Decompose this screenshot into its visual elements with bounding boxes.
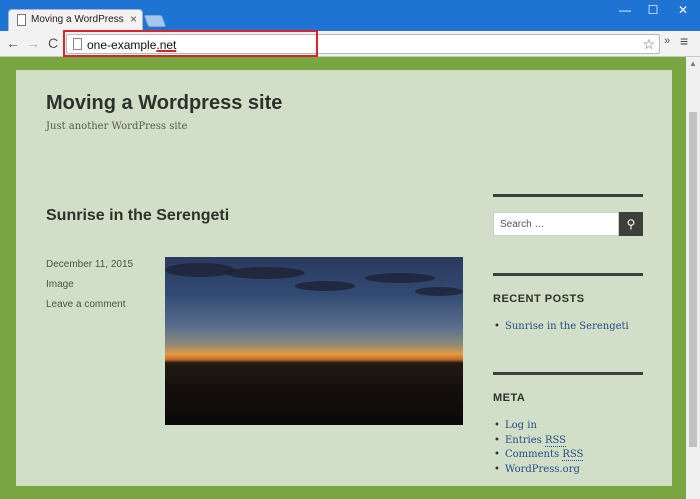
rss-abbr: RSS	[562, 449, 584, 461]
page-icon	[17, 14, 26, 26]
page-icon	[73, 38, 82, 50]
tab-title: Moving a WordPress site -	[31, 14, 127, 25]
maximize-button[interactable]: ☐	[640, 3, 666, 17]
comments-rss-link[interactable]: Comments RSS	[505, 449, 584, 461]
minimize-button[interactable]: —	[612, 3, 638, 17]
reload-button[interactable]: C	[45, 34, 61, 52]
close-window-button[interactable]: ✕	[670, 3, 696, 17]
forward-button[interactable]: →	[25, 34, 41, 52]
back-button[interactable]: ←	[5, 34, 21, 52]
browser-tab[interactable]: Moving a WordPress site - ×	[8, 9, 143, 31]
bullet-icon: •	[494, 463, 500, 475]
comments-label: Comments	[505, 449, 563, 460]
page-viewport: Moving a Wordpress site Just another Wor…	[0, 57, 686, 499]
list-item: • Comments RSS	[493, 448, 584, 463]
page-scrollbar[interactable]: ▲	[686, 57, 700, 499]
login-link[interactable]: Log in	[505, 420, 537, 431]
entries-rss-link[interactable]: Entries RSS	[505, 434, 567, 447]
entries-label: Entries	[505, 434, 545, 446]
browser-toolbar: ← → C one-example.net ☆	[0, 31, 700, 57]
title-bar: Moving a WordPress site - × — ☐ ✕	[0, 0, 700, 31]
sunrise-photo	[165, 257, 463, 425]
post-format[interactable]: Image	[46, 279, 74, 290]
url-text[interactable]: one-example.net	[87, 38, 176, 52]
extensions-overflow-button[interactable]: »	[664, 35, 670, 47]
search-input[interactable]	[493, 212, 619, 236]
recent-post-link[interactable]: Sunrise in the Serengeti	[505, 321, 629, 332]
site-title[interactable]: Moving a Wordpress site	[46, 92, 282, 115]
new-tab-button[interactable]	[143, 15, 167, 27]
address-bar[interactable]: one-example.net ☆	[66, 34, 660, 54]
widget-divider	[493, 372, 643, 375]
bullet-icon: •	[494, 449, 500, 460]
scroll-thumb[interactable]	[689, 112, 697, 447]
recent-posts-list: • Sunrise in the Serengeti	[493, 320, 629, 335]
recent-posts-heading: RECENT POSTS	[493, 293, 585, 305]
meta-list: • Log in • Entries RSS • Comments RSS • Word…	[493, 419, 584, 478]
site-content: Moving a Wordpress site Just another Wor…	[16, 70, 672, 486]
browser-menu-icon[interactable]: ≡	[680, 33, 688, 49]
leave-comment-link[interactable]: Leave a comment	[46, 299, 126, 310]
list-item: • Sunrise in the Serengeti	[493, 320, 629, 335]
tab-close-icon[interactable]: ×	[130, 12, 137, 26]
scroll-up-icon[interactable]: ▲	[689, 59, 697, 68]
list-item: • Entries RSS	[493, 434, 583, 449]
bullet-icon: •	[494, 420, 500, 431]
bookmark-star-icon[interactable]: ☆	[642, 36, 655, 53]
list-item: • Log in	[493, 419, 583, 434]
rss-abbr: RSS	[544, 434, 567, 447]
url-domain: one-example	[87, 38, 157, 52]
list-item: • WordPress.org	[493, 463, 583, 478]
bullet-icon: •	[494, 434, 500, 446]
wordpress-org-link[interactable]: WordPress.org	[505, 464, 580, 475]
widget-divider	[493, 273, 643, 276]
post-title[interactable]: Sunrise in the Serengeti	[46, 207, 229, 225]
bullet-icon: •	[494, 321, 500, 332]
meta-heading: META	[493, 392, 526, 404]
url-tld: .net	[156, 38, 177, 52]
site-description: Just another WordPress site	[46, 121, 188, 132]
search-icon[interactable]: ⚲	[619, 212, 643, 236]
widget-divider	[493, 194, 643, 197]
post-date[interactable]: December 11, 2015	[46, 259, 133, 270]
